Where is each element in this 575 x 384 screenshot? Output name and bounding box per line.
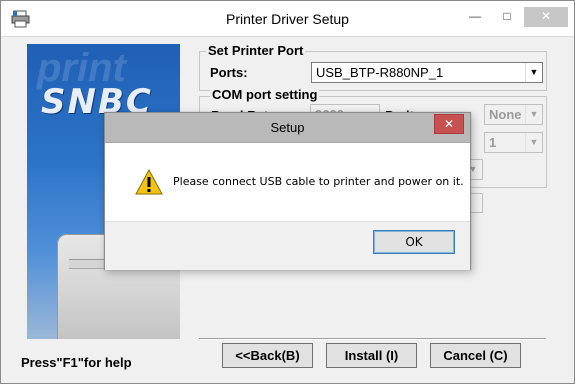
dialog-title: Setup: [270, 120, 305, 135]
parity-dropdown[interactable]: None ▼: [484, 104, 543, 125]
set-printer-port-label: Set Printer Port: [206, 43, 306, 58]
chevron-down-icon: ▼: [525, 133, 542, 152]
back-button[interactable]: <<Back(B): [222, 343, 313, 368]
ports-dropdown-value: USB_BTP-R880NP_1: [316, 65, 444, 80]
dialog-close-button[interactable]: ✕: [434, 114, 464, 134]
dialog-message: Please connect USB cable to printer and …: [173, 175, 464, 188]
setup-dialog: Setup ✕ Please connect USB cable to prin…: [104, 112, 471, 270]
close-button[interactable]: ✕: [524, 7, 568, 27]
com-port-setting-label: COM port setting: [210, 87, 320, 102]
help-hint-text: Press"F1"for help: [21, 355, 132, 370]
dialog-title-bar[interactable]: Setup ✕: [105, 113, 470, 143]
parity-value: None: [489, 107, 522, 122]
stop-bits-value: 1: [489, 135, 497, 150]
ports-label: Ports:: [210, 65, 248, 80]
maximize-button[interactable]: □: [494, 7, 520, 27]
install-button[interactable]: Install (I): [326, 343, 417, 368]
ports-dropdown[interactable]: USB_BTP-R880NP_1 ▼: [311, 62, 543, 83]
title-bar[interactable]: Printer Driver Setup — □ ✕: [1, 1, 574, 37]
warning-icon: [135, 169, 163, 195]
stop-bits-dropdown[interactable]: 1 ▼: [484, 132, 543, 153]
footer-separator: [199, 338, 546, 340]
minimize-button[interactable]: —: [462, 7, 488, 27]
chevron-down-icon: ▼: [525, 63, 542, 82]
window-title: Printer Driver Setup: [226, 11, 349, 27]
ok-button[interactable]: OK: [373, 230, 455, 254]
cancel-button[interactable]: Cancel (C): [430, 343, 521, 368]
chevron-down-icon: ▼: [525, 105, 542, 124]
